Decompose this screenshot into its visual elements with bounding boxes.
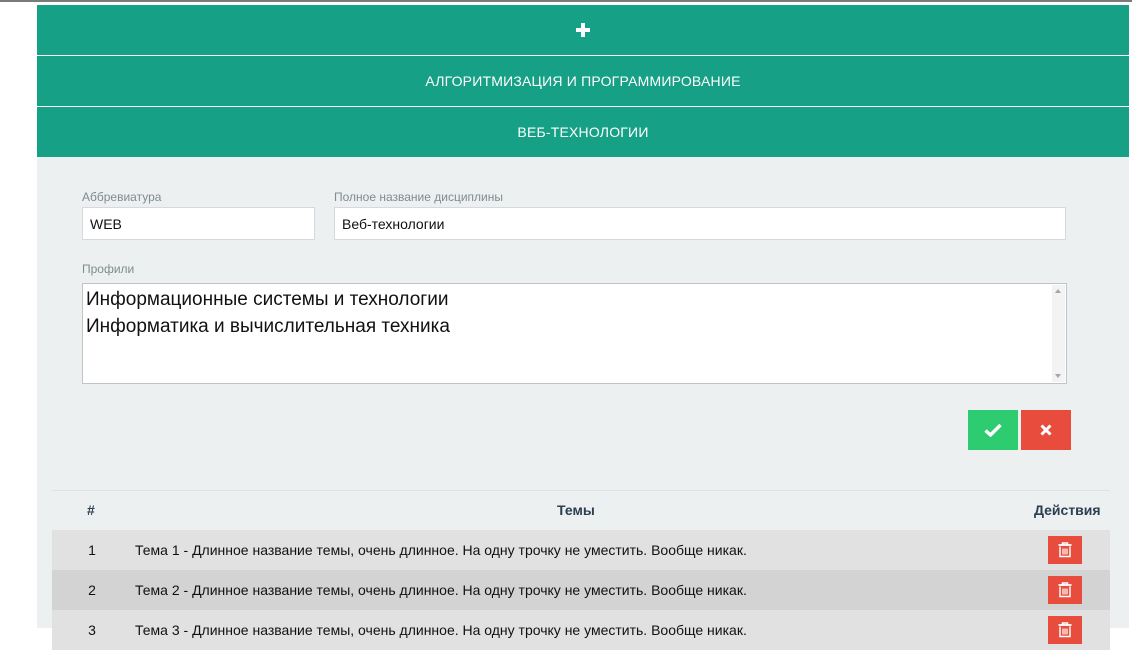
top-border xyxy=(0,0,1132,2)
accordion-item-label: АЛГОРИТМИЗАЦИЯ И ПРОГРАММИРОВАНИЕ xyxy=(425,73,741,89)
row-number: 2 xyxy=(88,582,96,598)
profile-line: Информационные системы и технологии xyxy=(86,289,449,310)
abbreviation-input[interactable]: WEB xyxy=(82,207,315,240)
trash-icon xyxy=(1058,622,1072,638)
scroll-down-arrow-icon[interactable] xyxy=(1055,374,1061,378)
accordion-item-label: ВЕБ-ТЕХНОЛОГИИ xyxy=(517,124,649,140)
full-name-value: Веб-технологии xyxy=(342,215,445,232)
row-number: 1 xyxy=(88,542,96,558)
textarea-scrollbar[interactable] xyxy=(1052,285,1065,382)
delete-topic-button[interactable] xyxy=(1048,536,1082,564)
table-header: # Темы Действия xyxy=(52,490,1110,530)
table-row: 1 Тема 1 - Длинное название темы, очень … xyxy=(52,530,1110,570)
plus-icon xyxy=(576,23,590,37)
row-number: 3 xyxy=(88,622,96,638)
delete-topic-button[interactable] xyxy=(1048,616,1082,644)
confirm-button[interactable] xyxy=(968,410,1018,450)
column-header-actions: Действия xyxy=(1034,502,1101,518)
full-name-input[interactable]: Веб-технологии xyxy=(334,207,1066,240)
check-icon xyxy=(984,423,1002,437)
abbreviation-label: Аббревиатура xyxy=(82,190,162,204)
topic-title: Тема 1 - Длинное название темы, очень дл… xyxy=(135,542,747,558)
column-header-number: # xyxy=(87,502,95,518)
topic-title: Тема 3 - Длинное название темы, очень дл… xyxy=(135,622,747,638)
delete-topic-button[interactable] xyxy=(1048,576,1082,604)
column-header-topics: Темы xyxy=(557,502,595,518)
table-row: 2 Тема 2 - Длинное название темы, очень … xyxy=(52,570,1110,610)
topics-table: # Темы Действия 1 Тема 1 - Длинное назва… xyxy=(52,490,1110,650)
close-icon xyxy=(1040,424,1052,436)
add-discipline-button[interactable] xyxy=(37,5,1129,55)
topic-title: Тема 2 - Длинное название темы, очень дл… xyxy=(135,582,747,598)
profiles-label: Профили xyxy=(82,262,135,276)
accordion-item-algorithmization[interactable]: АЛГОРИТМИЗАЦИЯ И ПРОГРАММИРОВАНИЕ xyxy=(37,56,1129,106)
profiles-textarea[interactable]: Информационные системы и технологии Инфо… xyxy=(82,283,1067,384)
accordion-item-web-technologies[interactable]: ВЕБ-ТЕХНОЛОГИИ xyxy=(37,107,1129,157)
discipline-edit-panel: Аббревиатура WEB Полное название дисципл… xyxy=(37,157,1129,650)
trash-icon xyxy=(1058,582,1072,598)
scroll-up-arrow-icon[interactable] xyxy=(1055,289,1061,293)
table-row: 3 Тема 3 - Длинное название темы, очень … xyxy=(52,610,1110,650)
abbreviation-value: WEB xyxy=(90,215,122,232)
cancel-button[interactable] xyxy=(1021,410,1071,450)
profile-line: Информатика и вычислительная техника xyxy=(86,316,450,337)
full-name-label: Полное название дисциплины xyxy=(334,190,504,204)
trash-icon xyxy=(1058,542,1072,558)
